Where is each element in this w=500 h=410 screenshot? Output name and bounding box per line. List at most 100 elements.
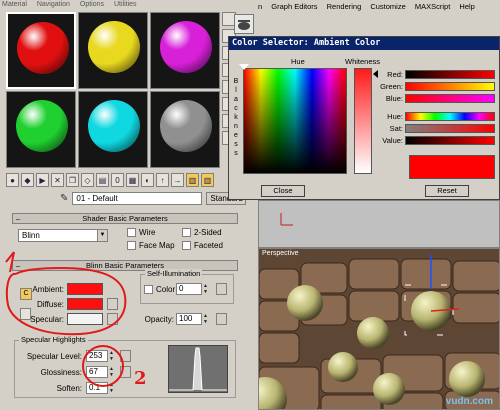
show-end-result-icon[interactable]: ◐ (141, 173, 154, 187)
menu-options[interactable]: Options (80, 1, 104, 8)
get-material-icon[interactable]: ● (6, 173, 19, 187)
material-slot-1[interactable] (6, 12, 76, 89)
red-slider[interactable] (405, 70, 495, 79)
copy-material-icon[interactable]: ❐ (66, 173, 79, 187)
collapse-icon: – (16, 261, 21, 270)
color-selector-dialog: Color Selector: Ambient Color Hue Whiten… (228, 36, 500, 200)
material-slot-2[interactable] (78, 12, 148, 89)
spinner-icon[interactable]: ▲ ▼ (108, 350, 115, 362)
pick-material-icon[interactable]: ▥ (186, 173, 199, 187)
spinner-icon[interactable]: ▲ ▼ (108, 366, 115, 378)
render-teapot-icon[interactable] (234, 14, 254, 34)
menu-partial[interactable]: n (258, 2, 262, 11)
material-navigator-icon[interactable]: ▥ (201, 173, 214, 187)
material-editor-menu: Material Navigation Options Utilities (0, 0, 258, 10)
put-to-library-icon[interactable]: ▤ (96, 173, 109, 187)
specular-level-label: Specular Level: (26, 352, 82, 361)
sphere-icon (160, 100, 212, 152)
top-viewport[interactable] (258, 200, 500, 248)
shader-type-dropdown[interactable]: Blinn ▼ (18, 229, 108, 242)
sat-slider[interactable] (405, 124, 495, 133)
diffuse-map-button[interactable] (107, 298, 118, 310)
go-sibling-icon[interactable]: → (171, 173, 184, 187)
value-slider[interactable] (405, 136, 495, 145)
shader-rollout-title[interactable]: – Shader Basic Parameters (12, 213, 238, 224)
specular-label: Specular: (30, 315, 64, 324)
axis-tripod-icon (280, 213, 293, 226)
diffuse-color-swatch[interactable] (67, 298, 103, 310)
menu-material[interactable]: Material (2, 1, 27, 8)
material-slot-6[interactable] (150, 91, 220, 168)
reset-button[interactable]: Reset (425, 185, 469, 197)
material-slot-5[interactable] (78, 91, 148, 168)
faceted-checkbox[interactable]: Faceted (182, 241, 223, 250)
dialog-title: Color Selector: Ambient Color (229, 37, 499, 50)
menu-customize[interactable]: Customize (370, 2, 405, 11)
material-slot-4[interactable] (6, 91, 76, 168)
show-map-icon[interactable]: ▦ (126, 173, 139, 187)
self-illum-color-checkbox[interactable]: Color (144, 285, 175, 294)
self-illum-map-button[interactable] (216, 283, 227, 295)
current-color-preview (409, 155, 495, 179)
opacity-map-button[interactable] (216, 313, 227, 325)
hue-slider[interactable] (405, 112, 495, 121)
sphere-icon (16, 100, 68, 152)
opacity-field[interactable]: 100 (176, 313, 202, 325)
material-slots (6, 12, 220, 168)
hue-pointer-icon[interactable] (239, 64, 249, 70)
specular-level-field[interactable]: 253 (86, 350, 108, 362)
max-main-menu: n Graph Editors Rendering Customize MAXS… (258, 0, 500, 14)
spinner-icon[interactable]: ▲ ▼ (108, 382, 115, 394)
spinner-icon[interactable]: ▲ ▼ (202, 313, 209, 325)
chevron-down-icon: ▼ (97, 230, 107, 241)
assign-material-icon[interactable]: ▶ (36, 173, 49, 187)
scene-render (259, 249, 499, 409)
perspective-viewport[interactable]: Perspective vudn.com (258, 248, 500, 410)
two-sided-checkbox[interactable]: 2-Sided (182, 228, 222, 237)
highlight-curve-graph (168, 345, 228, 393)
blue-label: Blue: (385, 94, 403, 103)
value-label: Value: (382, 136, 403, 145)
collapse-icon: – (16, 214, 21, 223)
menu-rendering[interactable]: Rendering (327, 2, 362, 11)
material-slot-3[interactable] (150, 12, 220, 89)
sphere-icon (17, 22, 69, 74)
put-to-scene-icon[interactable]: ◆ (21, 173, 34, 187)
specular-color-swatch[interactable] (67, 313, 103, 325)
menu-graph-editors[interactable]: Graph Editors (271, 2, 317, 11)
ambient-color-swatch[interactable] (67, 283, 103, 295)
glossiness-field[interactable]: 67 (86, 366, 108, 378)
blackness-label: Blackness (233, 78, 239, 157)
material-effects-icon[interactable]: 0 (111, 173, 124, 187)
material-toolbar: ● ◆ ▶ ✕ ❐ ◇ ▤ 0 ▦ ◐ ↑ → ▥ ▥ (6, 173, 224, 189)
spinner-icon[interactable]: ▲ ▼ (202, 283, 209, 295)
face-map-checkbox[interactable]: Face Map (127, 241, 175, 250)
sphere-icon (160, 21, 212, 73)
specular-map-button[interactable] (107, 313, 118, 325)
wire-checkbox[interactable]: Wire (127, 228, 155, 237)
blinn-rollout-title[interactable]: – Blinn Basic Parameters (12, 260, 238, 271)
sphere-icon (88, 21, 140, 73)
hue-blackness-field[interactable] (243, 68, 347, 174)
blue-slider[interactable] (405, 94, 495, 103)
whiteness-slider[interactable] (354, 68, 372, 174)
eyedropper-icon[interactable]: ✎ (60, 193, 68, 204)
self-illum-value-field[interactable]: 0 (176, 283, 202, 295)
sphere-icon (88, 100, 140, 152)
menu-maxscript[interactable]: MAXScript (415, 2, 450, 11)
menu-help[interactable]: Help (459, 2, 474, 11)
hue-slider-label: Hue: (387, 112, 403, 121)
green-slider[interactable] (405, 82, 495, 91)
menu-navigation[interactable]: Navigation (37, 1, 70, 8)
soften-label: Soften: (56, 384, 82, 393)
make-unique-icon[interactable]: ◇ (81, 173, 94, 187)
specular-level-map-button[interactable] (120, 350, 131, 362)
watermark: vudn.com (445, 396, 493, 407)
soften-field[interactable]: 0.1 (86, 382, 108, 394)
glossiness-map-button[interactable] (120, 366, 131, 378)
material-name-field[interactable]: 01 - Default (72, 191, 203, 205)
reset-map-icon[interactable]: ✕ (51, 173, 64, 187)
menu-utilities[interactable]: Utilities (114, 1, 137, 8)
go-parent-icon[interactable]: ↑ (156, 173, 169, 187)
close-button[interactable]: Close (261, 185, 305, 197)
